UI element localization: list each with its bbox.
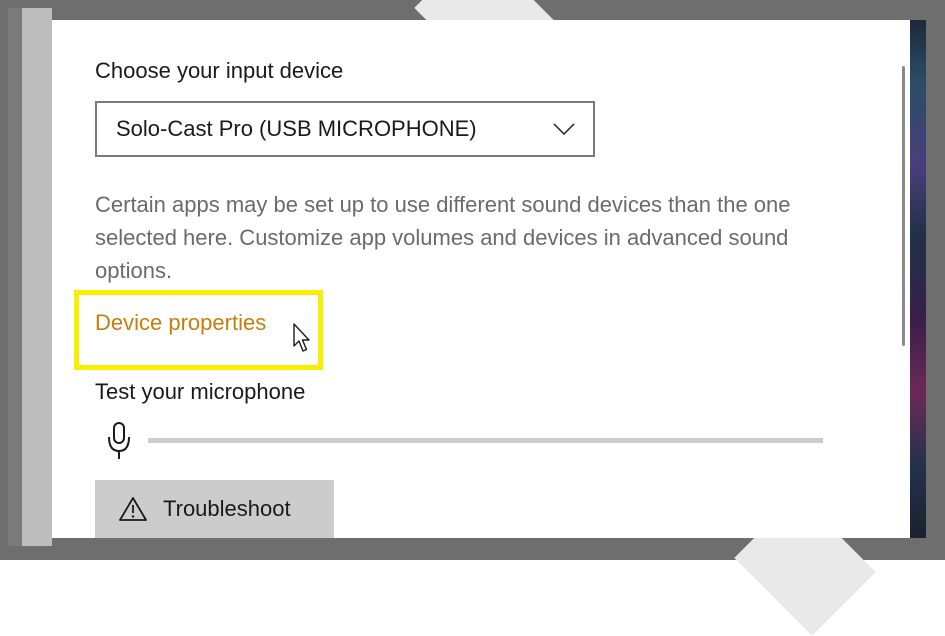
input-device-dropdown[interactable]: Solo-Cast Pro (USB MICROPHONE) — [95, 101, 595, 157]
warning-triangle-icon — [119, 497, 147, 521]
selected-device-value: Solo-Cast Pro (USB MICROPHONE) — [116, 116, 477, 141]
settings-panel: Choose your input device Solo-Cast Pro (… — [52, 20, 910, 538]
input-device-heading: Choose your input device — [95, 58, 344, 83]
window-background-left — [8, 8, 52, 546]
microphone-icon — [108, 422, 130, 459]
test-microphone-heading: Test your microphone — [95, 379, 306, 404]
vertical-scrollbar[interactable] — [902, 66, 905, 346]
device-properties-link[interactable]: Device properties — [95, 310, 266, 336]
desktop-wallpaper-strip — [910, 20, 926, 538]
sound-devices-info-text: Certain apps may be set up to use differ… — [95, 192, 791, 283]
microphone-level-meter — [148, 438, 823, 443]
mouse-pointer-icon — [293, 323, 310, 352]
troubleshoot-label: Troubleshoot — [163, 496, 291, 521]
troubleshoot-button[interactable]: Troubleshoot — [95, 480, 334, 538]
chevron-down-icon — [553, 123, 575, 136]
